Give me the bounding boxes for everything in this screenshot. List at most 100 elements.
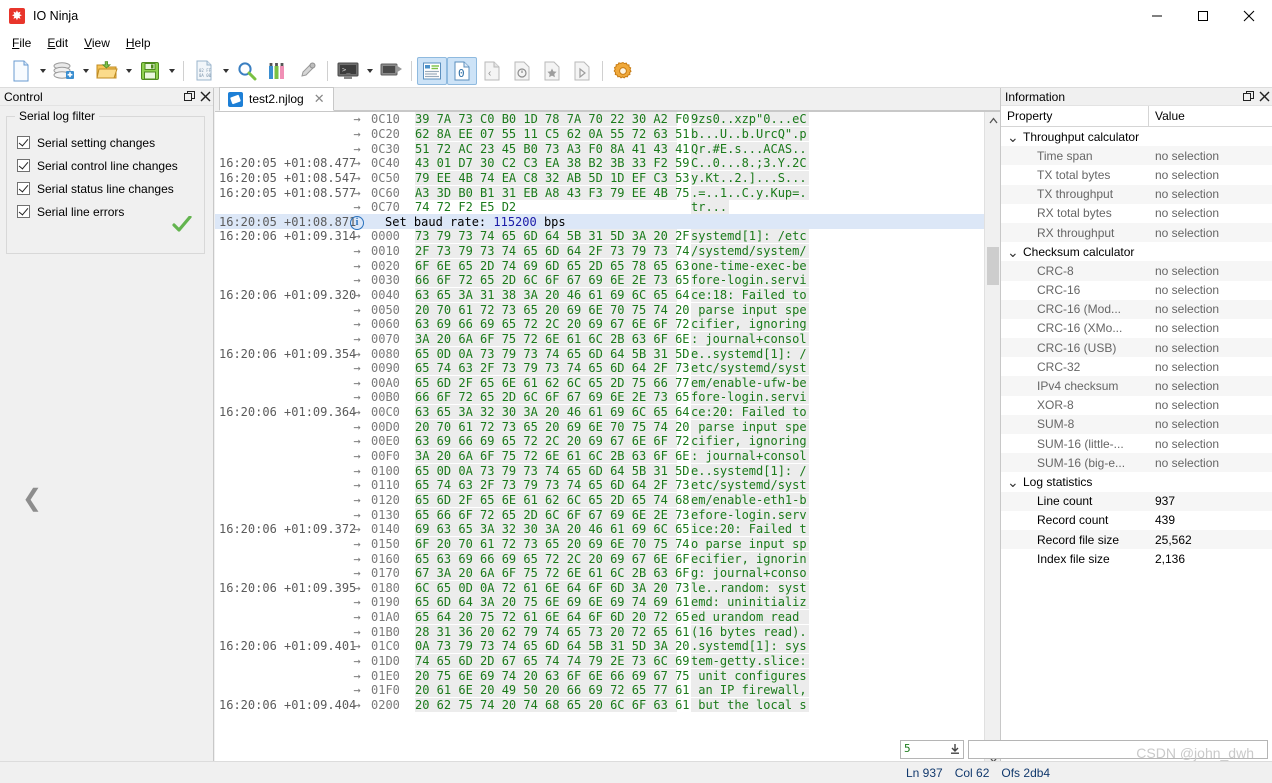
terminal-icon[interactable]: >_ [333,57,363,85]
hex-bytes[interactable]: 0A 73 79 73 74 65 6D 64 5B 31 5D 3A 20 7… [415,639,755,654]
log-hex-row[interactable]: 16:20:06 +01:09.354 → 0080 65 0D 0A 73 79 7… [215,346,984,361]
hex-bytes[interactable]: 6F 20 70 61 72 73 65 20 69 6E 70 75 74 2… [415,536,755,551]
ascii-text[interactable]: (16 bytes read). [691,624,809,639]
ascii-text[interactable]: em/enable-eth1-b [691,492,809,507]
float-icon[interactable] [1240,89,1256,105]
log-hex-row[interactable]: → 0030 66 6F 72 65 2D 6C 6F 67 69 6E 2E 73… [215,273,984,288]
terminal-dropdown-icon[interactable] [363,57,376,85]
ascii-text[interactable]: unit configures [691,668,809,683]
log-hex-row[interactable]: → 0070 3A 20 6A 6F 75 72 6E 61 6C 2B 63 6F… [215,331,984,347]
log-hex-row[interactable]: → 0C70 74 72 F2 E5 D2 tr... [215,200,984,215]
information-panel-close-icon[interactable] [1256,89,1272,105]
info-row[interactable]: IPv4 checksum no selection [1001,376,1272,396]
ascii-text[interactable]: Qr.#E.s...ACAS.. [691,141,809,156]
ascii-text[interactable]: emd: uninitializ [691,595,809,610]
info-row[interactable]: CRC-16 (USB) no selection [1001,338,1272,358]
close-button[interactable] [1226,0,1272,32]
log-hex-row[interactable]: → 0C20 62 8A EE 07 55 11 C5 62 0A 55 72 63… [215,126,984,142]
new-plugin-icon[interactable] [49,57,79,85]
hex-bytes[interactable]: 20 70 61 72 73 65 20 69 6E 70 75 74 20 7… [415,419,755,434]
new-session-icon[interactable] [6,57,36,85]
log-hex-row[interactable]: → 0060 63 69 66 69 65 72 2C 20 69 67 6E 6F… [215,317,984,332]
save-file-dropdown-icon[interactable] [165,57,178,85]
ascii-text[interactable]: em/enable-ufw-be [691,375,809,390]
info-row[interactable]: CRC-16 no selection [1001,281,1272,300]
checkbox-icon[interactable] [17,136,30,149]
save-as-dropdown-icon[interactable] [219,57,232,85]
hex-bytes[interactable]: 20 70 61 72 73 65 20 69 6E 70 75 74 20 7… [415,302,755,317]
color-filter-icon[interactable] [262,57,292,85]
float-icon[interactable] [181,89,197,105]
info-row[interactable]: XOR-8 no selection [1001,396,1272,415]
minimize-button[interactable] [1134,0,1180,32]
ascii-text[interactable]: le..random: syst [691,580,809,595]
log-hex-row[interactable]: → 01B0 28 31 36 20 62 79 74 65 73 20 72 65… [215,624,984,639]
ascii-text[interactable]: efore-login.serv [691,507,809,522]
log-hex-row[interactable]: → 0150 6F 20 70 61 72 73 65 20 69 6E 70 75… [215,536,984,552]
ascii-text[interactable]: cifier, ignoring [691,434,809,449]
checkbox-icon[interactable] [17,205,30,218]
info-row[interactable]: TX throughput no selection [1001,184,1272,204]
hex-bytes[interactable]: 43 01 D7 30 C2 C3 EA 38 B2 3B 33 F2 59 E… [415,156,755,171]
info-row[interactable]: SUM-16 (little-... no selection [1001,434,1272,453]
info-row[interactable]: CRC-8 no selection [1001,261,1272,281]
hex-bytes[interactable]: 69 63 65 3A 32 30 3A 20 46 61 69 6C 65 6… [415,522,755,537]
ascii-text[interactable]: b...U..b.UrcQ".p [691,126,809,141]
log-hex-row[interactable]: → 01D0 74 65 6D 2D 67 65 74 74 79 2E 73 6C… [215,654,984,669]
next-bookmark-icon[interactable] [567,57,597,85]
info-row[interactable]: Record file size 25,562 [1001,529,1272,550]
hex-bytes[interactable]: 63 65 3A 31 38 3A 20 46 61 69 6C 65 64 2… [415,288,755,302]
hex-bytes[interactable]: 67 3A 20 6A 6F 75 72 6E 61 6C 2B 63 6F 6… [415,566,755,581]
hex-bytes[interactable]: 63 69 66 69 65 72 2C 20 69 67 6E 6F 72 6… [415,317,755,332]
ascii-text[interactable]: fore-login.servi [691,273,809,288]
info-row[interactable]: SUM-16 (big-e... no selection [1001,453,1272,473]
hex-bytes[interactable]: 79 EE 4B 74 EA C8 32 AB 5D 1D EF C3 53 C… [415,170,755,185]
hex-bytes[interactable]: 51 72 AC 23 45 B0 73 A3 F0 8A 41 43 41 5… [415,141,755,156]
hex-bytes[interactable]: 62 8A EE 07 55 11 C5 62 0A 55 72 63 51 2… [415,126,755,141]
info-group-row[interactable]: ⌄ Log statistics [1001,472,1272,491]
menu-item-help[interactable]: Help [118,34,159,52]
hex-bytes[interactable]: 74 65 6D 2D 67 65 74 74 79 2E 73 6C 69 6… [415,654,755,669]
hex-bytes[interactable]: 74 72 F2 E5 D2 [415,200,677,214]
hex-bytes[interactable]: 20 62 75 74 20 74 68 65 20 6C 6F 63 61 6… [415,697,755,712]
log-hex-row[interactable]: → 0130 65 66 6F 72 65 2D 6C 6F 67 69 6E 2E… [215,507,984,522]
new-session-dropdown-icon[interactable] [36,57,49,85]
log-hex-row[interactable]: → 00E0 63 69 66 69 65 72 2C 20 69 67 6E 6F… [215,434,984,449]
ascii-text[interactable]: : journal+consol [691,331,809,346]
log-hex-row[interactable]: → 0170 67 3A 20 6A 6F 75 72 6E 61 6C 2B 63… [215,566,984,581]
log-hex-row[interactable]: → 0110 65 74 63 2F 73 79 73 74 65 6D 64 2F… [215,478,984,493]
ascii-text[interactable]: ice:20: Failed t [691,522,809,537]
checkbox-serial-status-line-changes[interactable]: Serial status line changes [17,177,204,200]
checkbox-icon[interactable] [17,159,30,172]
save-as-icon[interactable]: 02 FF 0A 00 [189,57,219,85]
log-hex-row[interactable]: → 01E0 20 75 6E 69 74 20 63 6F 6E 66 69 67… [215,668,984,683]
hex-bytes[interactable]: 65 74 63 2F 73 79 73 74 65 6D 64 2F 73 7… [415,478,755,493]
hex-bytes[interactable]: 65 6D 64 3A 20 75 6E 69 6E 69 74 69 61 6… [415,595,755,610]
checkbox-serial-setting-changes[interactable]: Serial setting changes [17,131,204,154]
log-hex-row[interactable]: 16:20:06 +01:09.404 → 0200 20 62 75 74 20 7… [215,697,984,713]
ascii-text[interactable]: ce:18: Failed to [691,288,809,302]
tab-close-icon[interactable]: ✕ [314,91,325,107]
log-hex-row[interactable]: 16:20:06 +01:09.372 → 0140 69 63 65 3A 32 3… [215,522,984,537]
info-row[interactable]: Record count 439 [1001,511,1272,530]
log-hex-row[interactable]: → 0050 20 70 61 72 73 65 20 69 6E 70 75 74… [215,302,984,317]
log-hex-row[interactable]: → 0090 65 74 63 2F 73 79 73 74 65 6D 64 2F… [215,361,984,376]
info-row[interactable]: RX total bytes no selection [1001,204,1272,223]
hex-bytes[interactable]: 65 0D 0A 73 79 73 74 65 6D 64 5B 31 5D 3… [415,346,755,361]
log-hex-row[interactable]: 16:20:06 +01:09.395 → 0180 6C 65 0D 0A 72 6… [215,580,984,596]
ascii-text[interactable]: etc/systemd/syst [691,478,809,493]
ascii-text[interactable]: one-time-exec-be [691,258,809,273]
log-vertical-scrollbar[interactable] [984,112,1000,783]
ascii-text[interactable]: parse input spe [691,419,809,434]
log-hex-row[interactable]: 16:20:06 +01:09.401 → 01C0 0A 73 79 73 74 6… [215,639,984,654]
ascii-text[interactable]: tem-getty.slice: [691,654,809,669]
ascii-text[interactable]: systemd[1]: /etc [691,229,809,244]
log-hex-row[interactable]: → 00B0 66 6F 72 65 2D 6C 6F 67 69 6E 2E 73… [215,390,984,405]
ascii-text[interactable]: o parse input sp [691,536,809,551]
hex-bytes[interactable]: 66 6F 72 65 2D 6C 6F 67 69 6E 2E 73 65 7… [415,390,755,405]
info-row[interactable]: CRC-16 (Mod... no selection [1001,299,1272,319]
hex-bytes[interactable]: 6C 65 0D 0A 72 61 6E 64 6F 6D 3A 20 73 7… [415,580,755,595]
log-hex-row[interactable]: → 0190 65 6D 64 3A 20 75 6E 69 6E 69 74 69… [215,595,984,610]
log-hex-view[interactable]: → 0C10 39 7A 73 C0 B0 1D 78 7A 70 22 30 A2… [215,112,1000,783]
hex-bytes[interactable]: 28 31 36 20 62 79 74 65 73 20 72 65 61 6… [415,624,755,639]
